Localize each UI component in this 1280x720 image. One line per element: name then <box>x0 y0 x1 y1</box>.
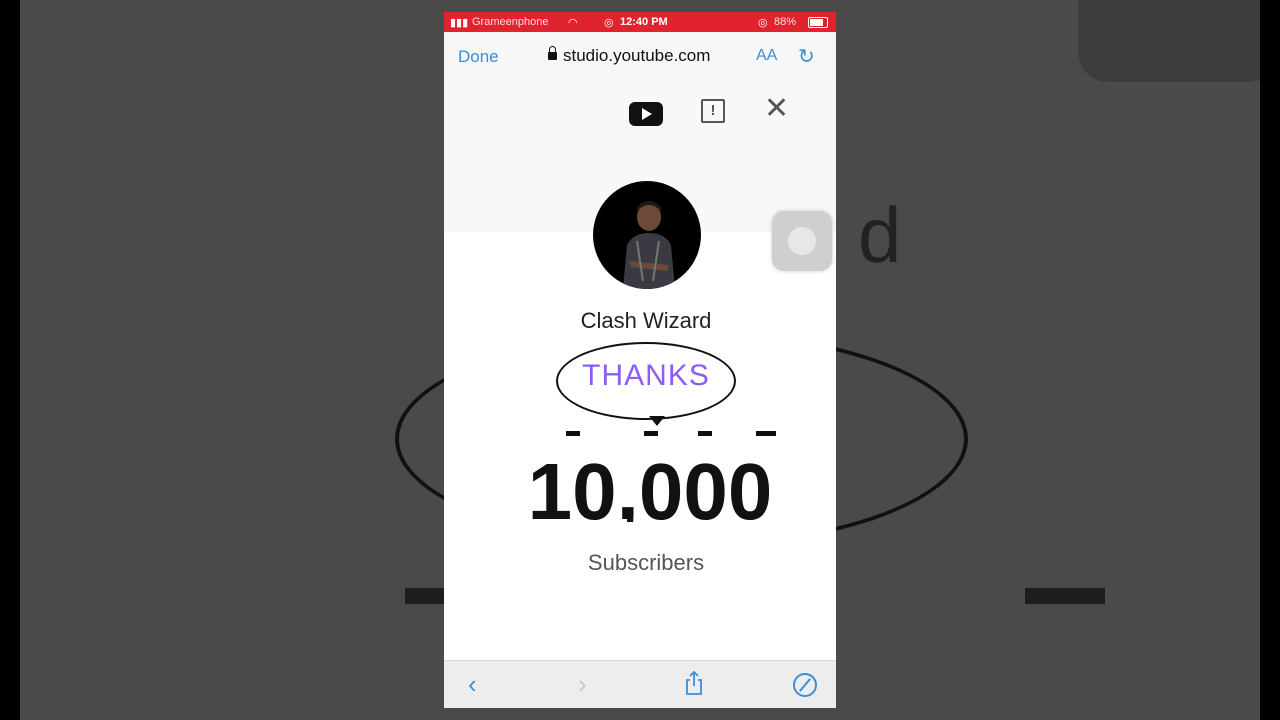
battery-percent: 88% <box>774 16 797 28</box>
assistive-touch-button[interactable] <box>772 211 832 271</box>
background-letter: d <box>858 191 902 279</box>
reload-icon[interactable]: ↻ <box>798 44 815 69</box>
subscriber-label: Subscribers <box>587 550 705 575</box>
decor-dash <box>566 431 580 436</box>
signal-icon: ▮▮▮ <box>450 17 469 29</box>
text-size-button[interactable]: AA <box>756 47 777 65</box>
feedback-icon[interactable]: ! <box>701 99 725 123</box>
share-icon[interactable] <box>684 671 704 695</box>
status-bar: ▮▮▮ Grameenphone ◠ ◎ 12:40 PM ◎ 88% <box>444 12 836 32</box>
forward-icon[interactable]: › <box>578 669 587 700</box>
background-dash <box>1025 588 1105 604</box>
back-icon[interactable]: ‹ <box>468 669 477 700</box>
phone-screen: ▮▮▮ Grameenphone ◠ ◎ 12:40 PM ◎ 88% Done… <box>444 12 836 708</box>
done-button[interactable]: Done <box>458 47 499 67</box>
lock-icon <box>548 46 557 60</box>
carrier-name: Grameenphone <box>472 16 549 28</box>
browser-toolbar: ‹ › <box>444 660 836 708</box>
address-bar[interactable]: studio.youtube.com <box>548 46 710 66</box>
avatar <box>593 181 701 289</box>
youtube-icon[interactable] <box>629 102 663 126</box>
alarm-icon: ◎ <box>604 17 614 29</box>
orientation-lock-icon: ◎ <box>758 17 768 29</box>
battery-icon <box>808 17 828 28</box>
speech-bubble-tail <box>649 416 665 426</box>
close-icon[interactable]: ✕ <box>764 94 789 124</box>
decor-dash <box>644 431 658 436</box>
wifi-icon: ◠ <box>568 17 578 29</box>
avatar-image <box>623 201 675 289</box>
subscriber-count: 10,000 <box>527 452 773 530</box>
browser-nav-bar: Done studio.youtube.com AA ↻ <box>444 32 836 80</box>
decor-dash <box>698 431 712 436</box>
background-card <box>1078 0 1260 82</box>
status-time: 12:40 PM <box>620 16 668 28</box>
channel-name: Clash Wizard <box>580 308 712 333</box>
compass-icon[interactable] <box>793 673 817 697</box>
url-text: studio.youtube.com <box>563 46 711 65</box>
decor-dash <box>756 431 776 436</box>
thanks-text: THANKS <box>582 359 710 392</box>
